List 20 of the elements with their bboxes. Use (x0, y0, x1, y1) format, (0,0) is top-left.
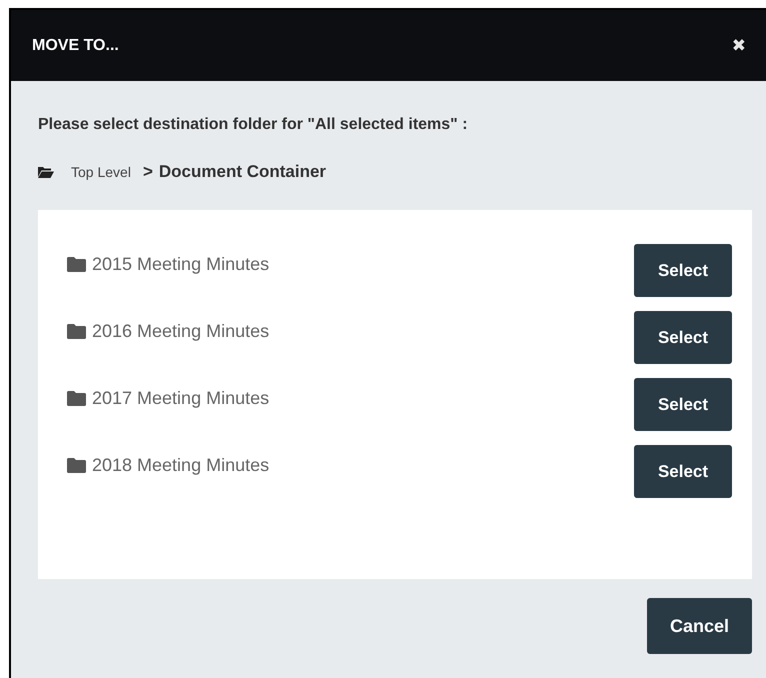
breadcrumb-link[interactable]: Top Level (71, 164, 131, 180)
folder-icon (67, 458, 86, 473)
instruction-text: Please select destination folder for "All selected items" : (38, 116, 469, 134)
folder-name: 2016 Meeting Minutes (92, 321, 270, 342)
breadcrumb-current: Document Container (158, 162, 326, 182)
folder-name: 2018 Meeting Minutes (92, 455, 270, 476)
folder-icon (67, 257, 86, 272)
folder-icon (67, 324, 86, 339)
breadcrumb-separator: > (142, 162, 153, 182)
folder-name: 2017 Meeting Minutes (92, 388, 270, 409)
close-button[interactable]: ✖ (732, 36, 746, 56)
folder-icon (38, 166, 54, 178)
folder-icon (67, 391, 86, 406)
select-button[interactable]: Select (634, 445, 732, 498)
dialog-title: MOVE TO... (32, 36, 119, 54)
folder-name: 2015 Meeting Minutes (92, 254, 270, 275)
cancel-button[interactable]: Cancel (647, 598, 752, 654)
select-button[interactable]: Select (634, 244, 732, 297)
select-button[interactable]: Select (634, 311, 732, 364)
select-button[interactable]: Select (634, 378, 732, 431)
